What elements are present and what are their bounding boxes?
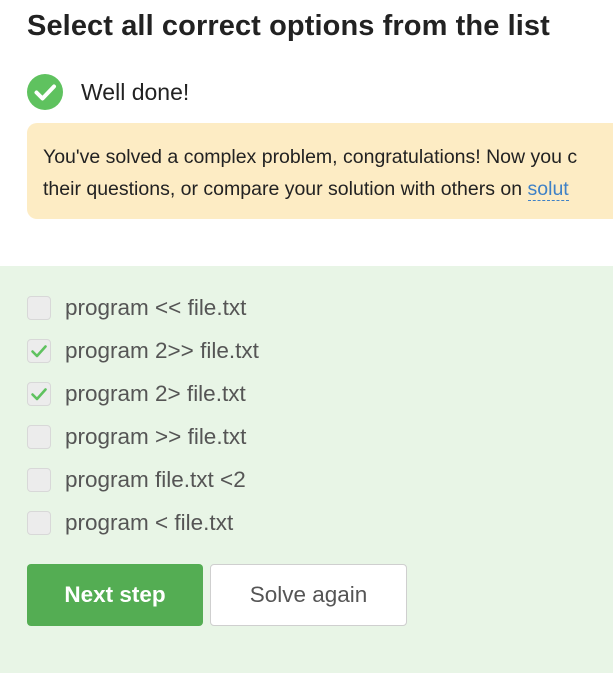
option-checkbox[interactable] — [27, 467, 51, 492]
option-item[interactable]: program 2>> file.txt — [27, 329, 259, 372]
feedback-message: Well done! — [81, 78, 190, 105]
page-title: Select all correct options from the list — [27, 10, 550, 42]
notice-line-2: their questions, or compare your solutio… — [43, 173, 613, 205]
checkmark-circle-icon — [27, 74, 63, 110]
option-checkbox[interactable] — [27, 295, 51, 320]
option-label: program << file.txt — [65, 294, 247, 320]
checkmark-icon — [31, 344, 47, 357]
option-item[interactable]: program 2> file.txt — [27, 372, 259, 415]
option-checkbox[interactable] — [27, 510, 51, 535]
options-list: program << file.txt program 2>> file.txt… — [27, 286, 259, 544]
option-label: program 2> file.txt — [65, 380, 246, 406]
checkmark-icon — [31, 387, 47, 400]
answer-area: program << file.txt program 2>> file.txt… — [0, 266, 613, 673]
option-item[interactable]: program file.txt <2 — [27, 458, 259, 501]
option-item[interactable]: program >> file.txt — [27, 415, 259, 458]
option-checkbox[interactable] — [27, 424, 51, 449]
quiz-page: Select all correct options from the list… — [0, 0, 613, 673]
option-label: program 2>> file.txt — [65, 337, 259, 363]
solve-again-button[interactable]: Solve again — [210, 564, 407, 626]
congratulations-notice: You've solved a complex problem, congrat… — [27, 123, 613, 219]
option-item[interactable]: program < file.txt — [27, 501, 259, 544]
notice-line-2-text: their questions, or compare your solutio… — [43, 178, 528, 200]
option-checkbox[interactable] — [27, 381, 51, 406]
next-step-button[interactable]: Next step — [27, 564, 203, 626]
solutions-link[interactable]: solut — [527, 178, 569, 201]
option-item[interactable]: program << file.txt — [27, 286, 259, 329]
option-label: program >> file.txt — [65, 423, 247, 449]
feedback-row: Well done! — [27, 74, 189, 110]
option-checkbox[interactable] — [27, 338, 51, 363]
notice-line-1: You've solved a complex problem, congrat… — [43, 146, 578, 168]
option-label: program < file.txt — [65, 509, 234, 535]
option-label: program file.txt <2 — [65, 466, 246, 492]
